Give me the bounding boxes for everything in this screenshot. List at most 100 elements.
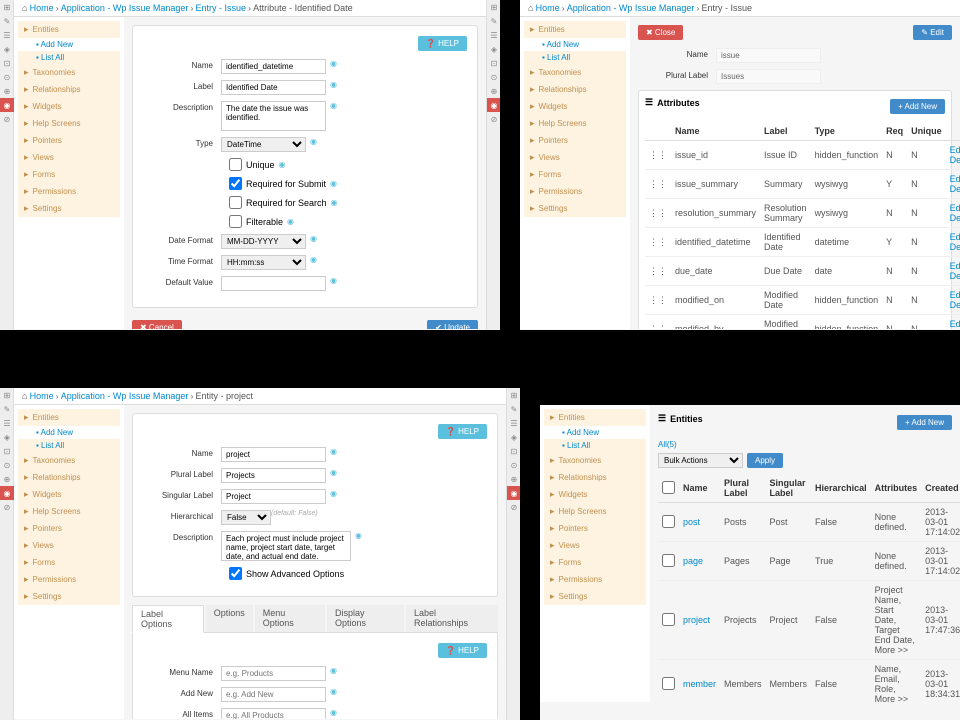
crumb[interactable]: Home [536, 3, 560, 13]
sidebar-group[interactable]: ▸ Forms [18, 166, 120, 183]
icon-item[interactable]: ✎ [0, 402, 14, 416]
plural-input[interactable] [221, 468, 326, 483]
drag-icon[interactable]: ⋮⋮ [645, 286, 671, 315]
edit-link[interactable]: Edit [950, 203, 960, 213]
icon-item[interactable]: ⊙ [0, 70, 14, 84]
sidebar-item[interactable]: ▪ Add New [544, 426, 646, 439]
crumb[interactable]: Application - Wp Issue Manager [61, 391, 189, 401]
sidebar-item[interactable]: ▪ Add New [18, 426, 120, 439]
icon-item[interactable]: ☰ [507, 416, 520, 430]
icon-item[interactable]: ☰ [487, 28, 500, 42]
default-input[interactable] [221, 276, 326, 291]
tab[interactable]: Menu Options [255, 605, 325, 632]
icon-item[interactable]: ◈ [487, 42, 500, 56]
icon-item[interactable]: ⊕ [0, 84, 14, 98]
help-icon[interactable]: ◉ [330, 687, 337, 696]
sidebar-group[interactable]: ▸ Forms [524, 166, 626, 183]
edit-link[interactable]: Edit [950, 232, 960, 242]
tab[interactable]: Label Relationships [406, 605, 498, 632]
cancel-button[interactable]: ✖ Cancel [132, 320, 182, 329]
sidebar-group[interactable]: ▸ Views [544, 537, 646, 554]
sidebar-group[interactable]: ▸ Taxonomies [524, 64, 626, 81]
all-items-input[interactable] [221, 708, 326, 719]
sidebar-group[interactable]: ▸ Settings [524, 200, 626, 217]
icon-item[interactable]: ⊘ [507, 500, 520, 514]
sidebar-group[interactable]: ▸ Entities [18, 21, 120, 38]
menu-name-input[interactable] [221, 666, 326, 681]
sidebar-group[interactable]: ▸ Permissions [18, 183, 120, 200]
help-icon[interactable]: ◉ [330, 666, 337, 675]
sidebar-group[interactable]: ▸ Taxonomies [18, 64, 120, 81]
sidebar-group[interactable]: ▸ Taxonomies [544, 452, 646, 469]
sidebar-group[interactable]: ▸ Entities [18, 409, 120, 426]
icon-item[interactable]: ☰ [0, 416, 14, 430]
row-checkbox[interactable] [662, 677, 675, 690]
icon-item[interactable]: ◈ [0, 430, 14, 444]
icon-item[interactable]: ◈ [0, 42, 14, 56]
sidebar-group[interactable]: ▸ Relationships [18, 81, 120, 98]
help-icon[interactable]: ◉ [330, 179, 337, 188]
sidebar-item[interactable]: ▪ List All [544, 439, 646, 452]
help-icon[interactable]: ◉ [331, 198, 338, 207]
icon-item[interactable]: ⊙ [0, 458, 14, 472]
sidebar-group[interactable]: ▸ Widgets [18, 486, 120, 503]
help-icon[interactable]: ◉ [330, 59, 337, 68]
sidebar-group[interactable]: ▸ Help Screens [524, 115, 626, 132]
icon-item[interactable]: ⊡ [507, 444, 520, 458]
edit-link[interactable]: Edit [950, 174, 960, 184]
icon-item[interactable]: ⊕ [487, 84, 500, 98]
tab[interactable]: Label Options [132, 605, 204, 633]
icon-item[interactable]: ⊕ [507, 472, 520, 486]
sidebar-group[interactable]: ▸ Pointers [18, 520, 120, 537]
row-checkbox[interactable] [662, 613, 675, 626]
icon-item[interactable]: ⊘ [0, 500, 14, 514]
select-all-checkbox[interactable] [662, 481, 675, 494]
icon-item[interactable]: ⊡ [0, 444, 14, 458]
entity-link[interactable]: page [683, 556, 703, 566]
edit-link[interactable]: Edit [950, 319, 960, 329]
update-button[interactable]: ✔ Update [427, 320, 478, 329]
sidebar-group[interactable]: ▸ Entities [524, 21, 626, 38]
name-input[interactable] [221, 59, 326, 74]
close-button[interactable]: ✖ Close [638, 25, 683, 40]
help-icon[interactable]: ◉ [310, 137, 317, 146]
sidebar-group[interactable]: ▸ Relationships [524, 81, 626, 98]
icon-item-active[interactable]: ◉ [507, 486, 520, 500]
delete-link[interactable]: Delete [950, 155, 960, 165]
hier-select[interactable]: False [221, 510, 271, 525]
drag-icon[interactable]: ⋮⋮ [645, 141, 671, 170]
sidebar-group[interactable]: ▸ Settings [544, 588, 646, 605]
sidebar-item[interactable]: ▪ Add New [18, 38, 120, 51]
sidebar-group[interactable]: ▸ Permissions [18, 571, 120, 588]
crumb[interactable]: Application - Wp Issue Manager [567, 3, 695, 13]
delete-link[interactable]: Delete [950, 242, 960, 252]
icon-item[interactable]: ✎ [487, 14, 500, 28]
sidebar-item[interactable]: ▪ Add New [524, 38, 626, 51]
sidebar-group[interactable]: ▸ Widgets [18, 98, 120, 115]
icon-item[interactable]: ⊙ [487, 70, 500, 84]
name-input[interactable] [221, 447, 326, 462]
help-icon[interactable]: ◉ [310, 234, 317, 243]
icon-item[interactable]: ⊕ [0, 472, 14, 486]
icon-item[interactable]: ⊘ [0, 112, 14, 126]
count-link[interactable]: All(5) [658, 440, 952, 449]
label-input[interactable] [221, 80, 326, 95]
entity-link[interactable]: project [683, 615, 710, 625]
crumb[interactable]: Home [30, 3, 54, 13]
sidebar-group[interactable]: ▸ Pointers [18, 132, 120, 149]
edit-link[interactable]: Edit [950, 290, 960, 300]
icon-item[interactable]: ⊞ [0, 0, 14, 14]
date-fmt-select[interactable]: MM-DD-YYYY [221, 234, 306, 249]
sidebar-item[interactable]: ▪ List All [18, 51, 120, 64]
singular-input[interactable] [221, 489, 326, 504]
crumb[interactable]: Home [30, 391, 54, 401]
icon-item[interactable]: ⊘ [487, 112, 500, 126]
req-search-checkbox[interactable] [229, 196, 242, 209]
delete-link[interactable]: Delete [950, 300, 960, 310]
desc-input[interactable]: The date the issue was identified. [221, 101, 326, 131]
drag-icon[interactable]: ⋮⋮ [645, 228, 671, 257]
help-icon[interactable]: ◉ [279, 160, 286, 169]
delete-link[interactable]: Delete [950, 213, 960, 223]
crumb[interactable]: Entry - Issue [195, 3, 246, 13]
help-button[interactable]: ❓ HELP [438, 643, 487, 658]
